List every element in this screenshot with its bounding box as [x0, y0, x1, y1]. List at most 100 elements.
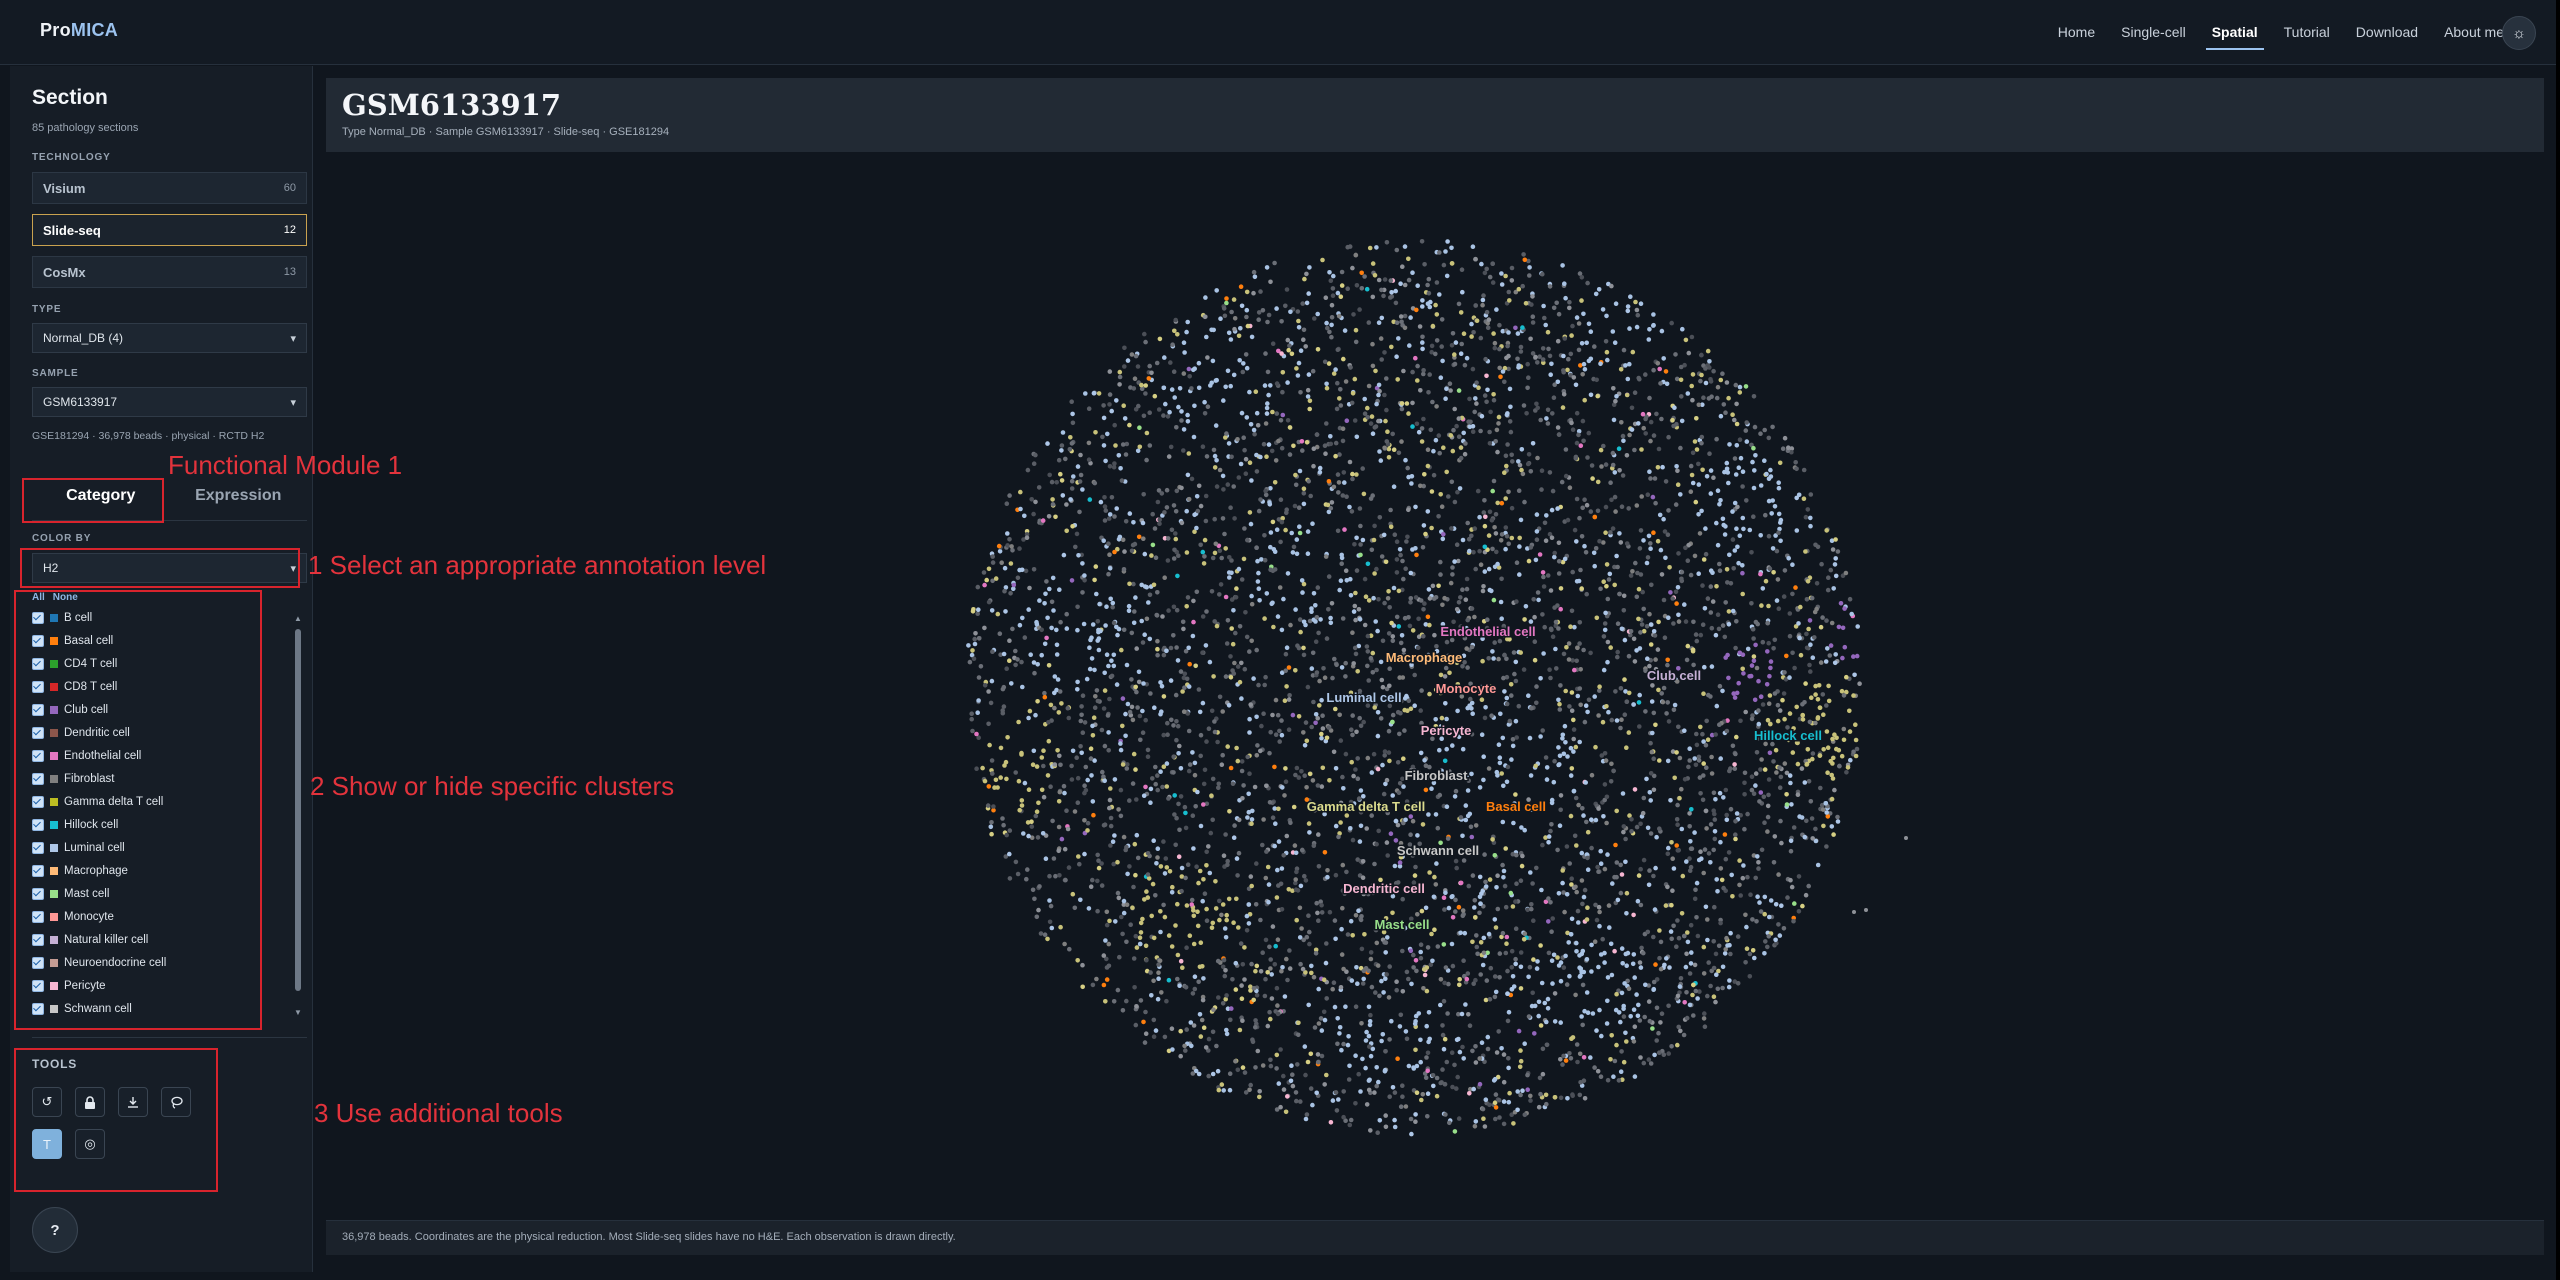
cluster-centroid-label: Luminal cell — [1326, 690, 1401, 705]
cluster-checkbox[interactable] — [32, 1002, 44, 1015]
cluster-label: Fibroblast — [64, 772, 115, 785]
cluster-centroid-label: Fibroblast — [1405, 768, 1469, 783]
cluster-label: Pericyte — [64, 979, 106, 992]
select-none-link[interactable]: None — [53, 592, 78, 603]
cluster-item[interactable]: Fibroblast — [32, 767, 268, 790]
label-toggle-button[interactable]: T — [32, 1129, 62, 1159]
cluster-list-scrollbar[interactable]: ▲ ▼ — [294, 615, 302, 1017]
tech-cosmx-button[interactable]: CosMx 13 — [32, 256, 307, 288]
cluster-item[interactable]: Neuroendocrine cell — [32, 951, 268, 974]
cluster-label: Schwann cell — [64, 1002, 132, 1015]
nav-single-cell[interactable]: Single-cell — [2121, 0, 2186, 64]
cluster-color-swatch — [50, 958, 58, 967]
cluster-item[interactable]: Gamma delta T cell — [32, 790, 268, 813]
cluster-checkbox[interactable] — [32, 657, 44, 670]
download-button[interactable] — [118, 1087, 148, 1117]
cluster-item[interactable]: Endothelial cell — [32, 744, 268, 767]
cluster-checkbox[interactable] — [32, 956, 44, 969]
tech-slide-seq-button[interactable]: Slide-seq 12 — [32, 214, 307, 246]
chevron-down-icon: ▾ — [290, 332, 296, 345]
spatial-plot[interactable]: Endothelial cell Macrophage Luminal cell Mo… — [326, 152, 2544, 1220]
cluster-item[interactable]: CD8 T cell — [32, 675, 268, 698]
cluster-label: Natural killer cell — [64, 933, 149, 946]
cluster-centroid-label: Gamma delta T cell — [1307, 799, 1426, 814]
cluster-checkbox[interactable] — [32, 795, 44, 808]
page-title: GSM6133917 — [342, 88, 562, 122]
nav-home[interactable]: Home — [2058, 0, 2095, 64]
cluster-item[interactable]: Monocyte — [32, 905, 268, 928]
cluster-checkbox[interactable] — [32, 864, 44, 877]
cluster-label: Macrophage — [64, 864, 128, 877]
download-icon — [128, 1097, 138, 1108]
cluster-label: Basal cell — [64, 634, 114, 647]
cluster-centroid-label: Basal cell — [1486, 799, 1546, 814]
spatial-scatter-svg[interactable]: Endothelial cell Macrophage Luminal cell Mo… — [326, 152, 2544, 1220]
cluster-checkbox[interactable] — [32, 841, 44, 854]
cluster-checkbox[interactable] — [32, 634, 44, 647]
annotation-module: Functional Module 1 — [168, 450, 403, 480]
cluster-color-swatch — [50, 1004, 58, 1013]
help-button[interactable]: ? — [32, 1207, 78, 1253]
cluster-color-swatch — [50, 843, 58, 852]
cluster-checkbox[interactable] — [32, 703, 44, 716]
cluster-checkbox[interactable] — [32, 818, 44, 831]
cluster-item[interactable]: Macrophage — [32, 859, 268, 882]
brand-logo[interactable]: ProMICA — [40, 20, 118, 41]
cluster-label: B cell — [64, 611, 93, 624]
cluster-label: Monocyte — [64, 910, 114, 923]
top-navbar: ProMICA Home Single-cell Spatial Tutoria… — [0, 0, 2560, 65]
cluster-checkbox[interactable] — [32, 887, 44, 900]
center-button[interactable]: ◎ — [75, 1129, 105, 1159]
lasso-button[interactable] — [161, 1087, 191, 1117]
cluster-item[interactable]: Natural killer cell — [32, 928, 268, 951]
cluster-checkbox[interactable] — [32, 726, 44, 739]
bead-points — [966, 239, 1862, 1137]
type-label: TYPE — [32, 304, 62, 315]
target-icon: ◎ — [84, 1136, 96, 1151]
cluster-checkbox[interactable] — [32, 979, 44, 992]
nav-about-me[interactable]: About me — [2444, 0, 2504, 64]
cluster-checkbox[interactable] — [32, 680, 44, 693]
cluster-checkbox[interactable] — [32, 772, 44, 785]
sample-select[interactable]: GSM6133917 ▾ — [32, 387, 307, 417]
cluster-item[interactable]: Mast cell — [32, 882, 268, 905]
cluster-checkbox[interactable] — [32, 611, 44, 624]
cluster-item[interactable]: Dendritic cell — [32, 721, 268, 744]
nav-spatial[interactable]: Spatial — [2205, 0, 2264, 64]
select-all-link[interactable]: All — [32, 592, 45, 603]
page-subtitle: Type Normal_DB · Sample GSM6133917 · Sli… — [342, 126, 670, 138]
cluster-item[interactable]: Schwann cell — [32, 997, 268, 1020]
cluster-label: Dendritic cell — [64, 726, 130, 739]
scroll-down-arrow[interactable]: ▼ — [294, 1009, 302, 1017]
tab-divider — [32, 520, 307, 521]
cluster-checkbox[interactable] — [32, 749, 44, 762]
cluster-color-swatch — [50, 659, 58, 668]
theme-toggle-button[interactable]: ☼ — [2502, 16, 2536, 50]
reset-view-button[interactable]: ↺ — [32, 1087, 62, 1117]
nav-links: Home Single-cell Spatial Tutorial Downlo… — [2032, 0, 2504, 64]
lock-button[interactable] — [75, 1087, 105, 1117]
nav-tutorial[interactable]: Tutorial — [2284, 0, 2330, 64]
cluster-checkbox[interactable] — [32, 933, 44, 946]
cluster-label: Endothelial cell — [64, 749, 142, 762]
cluster-item[interactable]: Basal cell — [32, 629, 268, 652]
type-select[interactable]: Normal_DB (4) ▾ — [32, 323, 307, 353]
cluster-checkbox[interactable] — [32, 910, 44, 923]
scroll-thumb[interactable] — [295, 629, 301, 991]
lasso-icon — [170, 1096, 183, 1109]
color-by-select[interactable]: H2 ▾ — [32, 553, 307, 583]
cluster-item[interactable]: Luminal cell — [32, 836, 268, 859]
cluster-item[interactable]: CD4 T cell — [32, 652, 268, 675]
scroll-up-arrow[interactable]: ▲ — [294, 615, 302, 623]
tab-expression[interactable]: Expression — [170, 475, 308, 517]
cluster-item[interactable]: Hillock cell — [32, 813, 268, 836]
section-title: Section — [32, 86, 108, 109]
tab-category[interactable]: Category — [32, 475, 170, 517]
cluster-item[interactable]: B cell — [32, 606, 268, 629]
tech-visium-button[interactable]: Visium 60 — [32, 172, 307, 204]
nav-download[interactable]: Download — [2356, 0, 2418, 64]
annotation-step2: 2 Show or hide specific clusters — [310, 771, 675, 801]
footer-caption: 36,978 beads. Coordinates are the physic… — [342, 1231, 956, 1243]
cluster-item[interactable]: Pericyte — [32, 974, 268, 997]
cluster-item[interactable]: Club cell — [32, 698, 268, 721]
